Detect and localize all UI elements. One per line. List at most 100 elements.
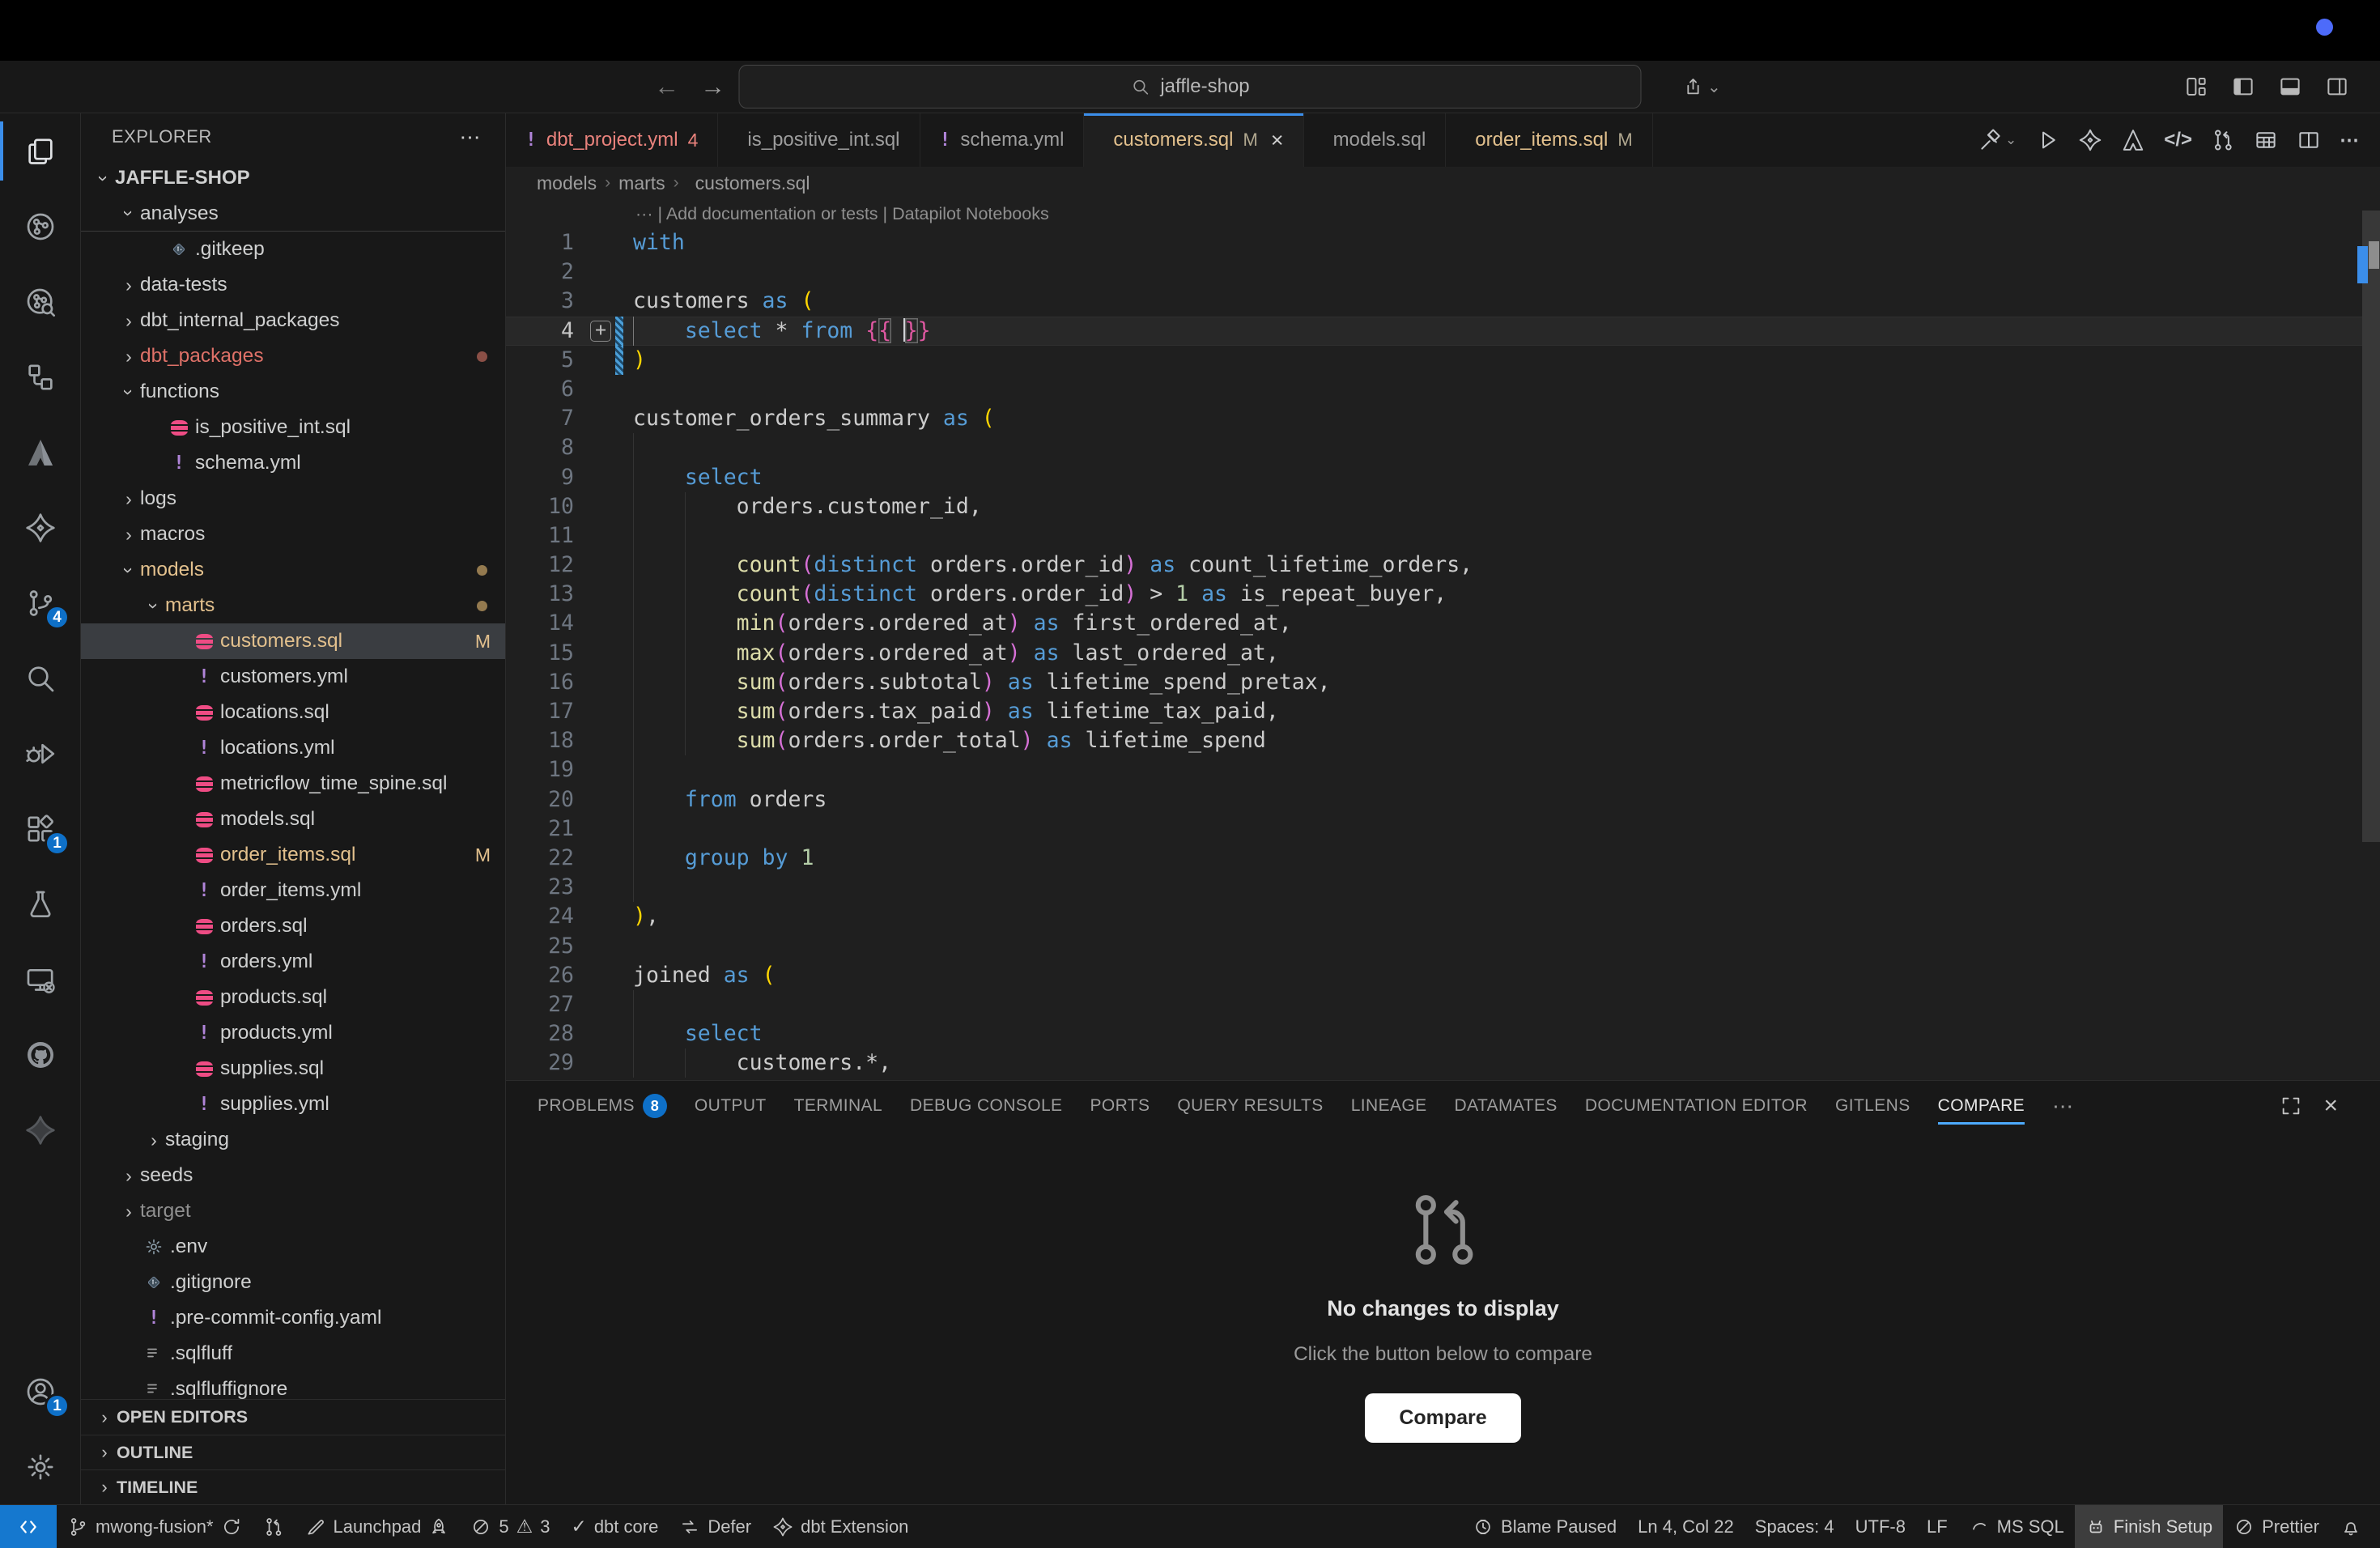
code-line-22[interactable]: 22 group by 1 [506, 844, 2380, 873]
open-code-button[interactable]: </> [2164, 129, 2192, 151]
status-dbt-core[interactable]: ✓dbt core [561, 1505, 669, 1548]
panel-tab-compare[interactable]: COMPARE [1938, 1081, 2025, 1131]
activity-dbt-power-user[interactable] [0, 490, 80, 565]
code-line-19[interactable]: 19 [506, 755, 2380, 785]
status-notifications[interactable] [2330, 1505, 2372, 1548]
file-row-metricflow_time_spine.sql[interactable]: metricflow_time_spine.sql [81, 766, 505, 802]
code-line-26[interactable]: 26joined as ( [506, 961, 2380, 990]
activity-dbt-projects[interactable] [0, 189, 80, 264]
codelens-actions[interactable]: ··· | Add documentation or tests | Datap… [506, 199, 2380, 228]
breadcrumb-item[interactable]: marts [618, 172, 665, 194]
file-row-models[interactable]: ›models [81, 552, 505, 588]
panel-tab-problems[interactable]: PROBLEMS8 [538, 1081, 667, 1131]
file-row-data-tests[interactable]: ›data-tests [81, 267, 505, 303]
status-branch[interactable]: mwong-fusion* [57, 1505, 253, 1548]
code-line-12[interactable]: 12 count(distinct orders.order_id) as co… [506, 551, 2380, 580]
panel-tab-documentation-editor[interactable]: DOCUMENTATION EDITOR [1585, 1081, 1808, 1131]
file-row-locations.yml[interactable]: !locations.yml [81, 730, 505, 766]
file-row-.env[interactable]: .env [81, 1229, 505, 1265]
code-line-27[interactable]: 27 [506, 990, 2380, 1019]
activity-dbt-project-search[interactable] [0, 264, 80, 339]
tab-dbt_project.yml[interactable]: !dbt_project.yml4 [506, 113, 718, 167]
file-row-products.yml[interactable]: !products.yml [81, 1015, 505, 1051]
panel-tab-query-results[interactable]: QUERY RESULTS [1177, 1081, 1323, 1131]
status-defer[interactable]: Defer [669, 1505, 762, 1548]
share-button[interactable]: ⌄ [1682, 76, 1721, 98]
file-row-order_items.sql[interactable]: order_items.sqlM [81, 837, 505, 873]
file-row-.sqlfluffignore[interactable]: .sqlfluffignore [81, 1372, 505, 1399]
code-line-11[interactable]: 11 [506, 521, 2380, 551]
status-cursor-position[interactable]: Ln 4, Col 22 [1627, 1505, 1745, 1548]
status-finish-setup[interactable]: Finish Setup [2075, 1505, 2223, 1548]
code-line-25[interactable]: 25 [506, 932, 2380, 961]
panel-tab-lineage[interactable]: LINEAGE [1351, 1081, 1427, 1131]
code-line-29[interactable]: 29 customers.*, [506, 1048, 2380, 1078]
file-row-seeds[interactable]: ›seeds [81, 1158, 505, 1193]
section-open-editors[interactable]: ›OPEN EDITORS [81, 1400, 505, 1435]
file-row-logs[interactable]: ›logs [81, 481, 505, 517]
status-blame[interactable]: Blame Paused [1462, 1505, 1627, 1548]
dbt-build-button[interactable]: ⌄ [1978, 128, 2017, 152]
file-row-dbt_internal_packages[interactable]: ›dbt_internal_packages [81, 303, 505, 338]
file-row-dbt_packages[interactable]: ›dbt_packages [81, 338, 505, 374]
status-encoding[interactable]: UTF-8 [1845, 1505, 1916, 1548]
activity-extension-x[interactable] [0, 1092, 80, 1167]
history-back-button[interactable]: ← [654, 72, 679, 101]
status-problems[interactable]: 5⚠3 [460, 1505, 560, 1548]
status-indentation[interactable]: Spaces: 4 [1745, 1505, 1845, 1548]
toggle-panel-button[interactable] [2278, 74, 2302, 99]
status-eol[interactable]: LF [1916, 1505, 1958, 1548]
compare-button[interactable]: Compare [1365, 1393, 1520, 1443]
file-row-customers.yml[interactable]: !customers.yml [81, 659, 505, 695]
file-row-.gitkeep[interactable]: .gitkeep [81, 232, 505, 267]
activity-extensions[interactable]: 1 [0, 791, 80, 866]
panel-tab-ports[interactable]: PORTS [1090, 1081, 1150, 1131]
breadcrumb-item[interactable]: models [537, 172, 597, 194]
code-editor[interactable]: ··· | Add documentation or tests | Datap… [506, 199, 2380, 1080]
file-row-.sqlfluff[interactable]: .sqlfluff [81, 1336, 505, 1372]
activity-explorer[interactable] [0, 113, 80, 189]
activity-search[interactable] [0, 640, 80, 716]
file-row-.pre-commit-config.yaml[interactable]: !.pre-commit-config.yaml [81, 1300, 505, 1336]
panel-tab-datamates[interactable]: DATAMATES [1455, 1081, 1558, 1131]
views-and-more-actions-button[interactable]: ⋯ [460, 125, 482, 150]
file-row-schema.yml[interactable]: !schema.yml [81, 445, 505, 481]
code-line-20[interactable]: 20 from orders [506, 785, 2380, 814]
dbt-power-user-button[interactable] [2078, 128, 2102, 152]
file-row-supplies.sql[interactable]: supplies.sql [81, 1051, 505, 1087]
file-row-orders.yml[interactable]: !orders.yml [81, 944, 505, 980]
toggle-primary-sidebar-button[interactable] [2231, 74, 2255, 99]
activity-run-and-debug[interactable] [0, 716, 80, 791]
tab-schema.yml[interactable]: !schema.yml [920, 113, 1085, 167]
status-language[interactable]: MS SQL [1958, 1505, 2075, 1548]
file-row-analyses[interactable]: ›analyses [81, 196, 505, 232]
file-row-macros[interactable]: ›macros [81, 517, 505, 552]
split-editor-button[interactable] [2297, 128, 2321, 152]
code-line-23[interactable]: 23 [506, 873, 2380, 902]
maximize-panel-button[interactable] [2280, 1095, 2302, 1117]
compare-changes-button[interactable] [2211, 128, 2235, 152]
close-icon[interactable]: × [1271, 128, 1284, 153]
close-panel-button[interactable]: × [2323, 1092, 2338, 1120]
code-line-9[interactable]: 9 select [506, 463, 2380, 492]
code-line-10[interactable]: 10 orders.customer_id, [506, 492, 2380, 521]
status-remote[interactable] [0, 1505, 57, 1548]
inline-add-button[interactable]: + [590, 321, 611, 342]
file-row-target[interactable]: ›target [81, 1193, 505, 1229]
activity-settings[interactable] [0, 1429, 80, 1504]
altimate-button[interactable] [2121, 128, 2145, 152]
more-panel-views-button[interactable]: ⋯ [2052, 1094, 2073, 1119]
file-row-is_positive_int.sql[interactable]: is_positive_int.sql [81, 410, 505, 445]
tab-order_items.sql[interactable]: order_items.sqlM [1446, 113, 1652, 167]
status-prettier[interactable]: Prettier [2223, 1505, 2330, 1548]
code-line-8[interactable]: 8 [506, 433, 2380, 462]
activity-github[interactable] [0, 1017, 80, 1092]
file-row-supplies.yml[interactable]: !supplies.yml [81, 1087, 505, 1122]
toggle-secondary-sidebar-button[interactable] [2325, 74, 2349, 99]
activity-remote-explorer[interactable] [0, 942, 80, 1017]
panel-tab-debug-console[interactable]: DEBUG CONSOLE [910, 1081, 1062, 1131]
activity-testing[interactable] [0, 866, 80, 942]
run-query-button[interactable] [2035, 128, 2059, 152]
code-line-3[interactable]: 3customers as ( [506, 287, 2380, 316]
code-line-7[interactable]: 7customer_orders_summary as ( [506, 404, 2380, 433]
